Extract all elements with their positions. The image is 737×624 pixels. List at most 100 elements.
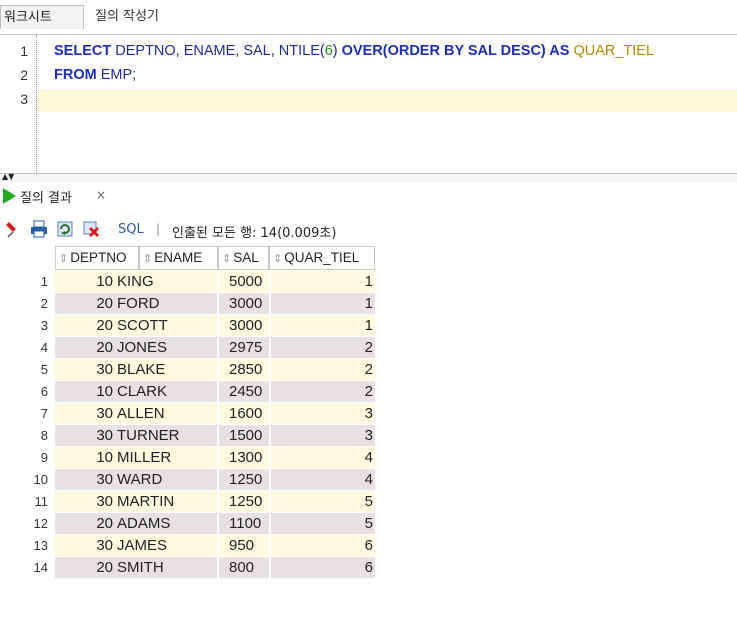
cell-sal[interactable]: 1600 bbox=[219, 403, 269, 425]
table-row[interactable]: 10 30 WARD 1250 4 bbox=[0, 469, 737, 491]
cell-sal[interactable]: 3000 bbox=[219, 315, 269, 337]
splitter-arrows-icon[interactable]: ▲▼ bbox=[2, 173, 14, 181]
table-row[interactable]: 5 30 BLAKE 2850 2 bbox=[0, 359, 737, 381]
cell-ename[interactable]: FORD bbox=[115, 293, 217, 315]
cell-ename[interactable]: JAMES bbox=[115, 535, 217, 557]
cell-sal[interactable]: 5000 bbox=[219, 271, 269, 293]
print-icon[interactable] bbox=[30, 220, 48, 238]
table-row[interactable]: 3 20 SCOTT 3000 1 bbox=[0, 315, 737, 337]
cell-quar-tiel[interactable]: 2 bbox=[271, 359, 375, 381]
row-number: 11 bbox=[34, 494, 49, 509]
cell-deptno[interactable]: 20 bbox=[55, 513, 115, 535]
cell-quar-tiel[interactable]: 2 bbox=[271, 381, 375, 403]
pin-icon[interactable] bbox=[4, 220, 22, 238]
cell-quar-tiel[interactable]: 4 bbox=[271, 447, 375, 469]
cell-deptno[interactable]: 30 bbox=[55, 359, 115, 381]
line-number: 3 bbox=[20, 91, 28, 107]
cell-deptno[interactable]: 10 bbox=[55, 271, 115, 293]
table-row[interactable]: 4 20 JONES 2975 2 bbox=[0, 337, 737, 359]
select-columns: DEPTNO, ENAME, SAL, NTILE( bbox=[111, 43, 325, 59]
cell-deptno[interactable]: 10 bbox=[55, 447, 115, 469]
cell-deptno[interactable]: 30 bbox=[55, 425, 115, 447]
cell-ename[interactable]: BLAKE bbox=[115, 359, 217, 381]
cell-deptno[interactable]: 30 bbox=[55, 535, 115, 557]
cell-sal[interactable]: 800 bbox=[219, 557, 269, 579]
row-number: 4 bbox=[40, 340, 48, 355]
cell-quar-tiel[interactable]: 5 bbox=[271, 513, 375, 535]
cell-quar-tiel[interactable]: 2 bbox=[271, 337, 375, 359]
table-row[interactable]: 9 10 MILLER 1300 4 bbox=[0, 447, 737, 469]
column-header-quar-tiel[interactable]: ⇕ QUAR_TIEL bbox=[269, 246, 375, 270]
cell-sal[interactable]: 2450 bbox=[219, 381, 269, 403]
cell-sal[interactable]: 950 bbox=[219, 535, 269, 557]
pane-splitter[interactable]: ▲▼ bbox=[0, 173, 737, 182]
code-line-2[interactable]: FROM EMP; bbox=[54, 67, 136, 83]
cell-ename[interactable]: ADAMS bbox=[115, 513, 217, 535]
cell-quar-tiel[interactable]: 1 bbox=[271, 293, 375, 315]
code-line-1[interactable]: SELECT DEPTNO, ENAME, SAL, NTILE(6) OVER… bbox=[54, 43, 654, 59]
cell-ename[interactable]: ALLEN bbox=[115, 403, 217, 425]
column-header-sal[interactable]: ⇕ SAL bbox=[218, 246, 269, 270]
cell-deptno[interactable]: 20 bbox=[55, 293, 115, 315]
cell-quar-tiel[interactable]: 5 bbox=[271, 491, 375, 513]
table-row[interactable]: 13 30 JAMES 950 6 bbox=[0, 535, 737, 557]
sort-icon: ⇕ bbox=[222, 253, 232, 265]
cell-quar-tiel[interactable]: 1 bbox=[271, 315, 375, 337]
delete-icon[interactable] bbox=[82, 220, 100, 238]
fetch-status: 인출된 모든 행: 14(0.009초) bbox=[172, 226, 337, 241]
cell-sal[interactable]: 1100 bbox=[219, 513, 269, 535]
table-row[interactable]: 12 20 ADAMS 1100 5 bbox=[0, 513, 737, 535]
cell-deptno[interactable]: 30 bbox=[55, 403, 115, 425]
cell-ename[interactable]: MILLER bbox=[115, 447, 217, 469]
cell-ename[interactable]: SCOTT bbox=[115, 315, 217, 337]
cell-sal[interactable]: 1250 bbox=[219, 469, 269, 491]
cell-sal[interactable]: 2850 bbox=[219, 359, 269, 381]
cell-deptno[interactable]: 20 bbox=[55, 557, 115, 579]
cell-sal[interactable]: 1500 bbox=[219, 425, 269, 447]
tab-query-builder[interactable]: 질의 작성기 bbox=[95, 5, 159, 29]
close-icon[interactable]: × bbox=[96, 188, 106, 202]
row-number: 7 bbox=[40, 406, 48, 421]
cell-deptno[interactable]: 10 bbox=[55, 381, 115, 403]
sql-editor[interactable]: 1 2 3 SELECT DEPTNO, ENAME, SAL, NTILE(6… bbox=[0, 35, 737, 173]
cell-quar-tiel[interactable]: 6 bbox=[271, 557, 375, 579]
cell-sal[interactable]: 1250 bbox=[219, 491, 269, 513]
cell-sal[interactable]: 2975 bbox=[219, 337, 269, 359]
line-number: 1 bbox=[20, 43, 28, 59]
table-row[interactable]: 1 10 KING 5000 1 bbox=[0, 271, 737, 293]
cell-quar-tiel[interactable]: 3 bbox=[271, 403, 375, 425]
cell-quar-tiel[interactable]: 3 bbox=[271, 425, 375, 447]
cell-deptno[interactable]: 20 bbox=[55, 315, 115, 337]
tab-query-result[interactable]: 질의 결과 bbox=[20, 187, 72, 206]
column-header-ename[interactable]: ⇕ ENAME bbox=[139, 246, 218, 270]
table-row[interactable]: 14 20 SMITH 800 6 bbox=[0, 557, 737, 579]
cell-ename[interactable]: JONES bbox=[115, 337, 217, 359]
column-header-deptno[interactable]: ⇕ DEPTNO bbox=[55, 246, 139, 270]
cell-quar-tiel[interactable]: 4 bbox=[271, 469, 375, 491]
cell-ename[interactable]: WARD bbox=[115, 469, 217, 491]
cell-ename[interactable]: KING bbox=[115, 271, 217, 293]
line-number-gutter: 1 2 3 bbox=[0, 35, 34, 173]
cell-deptno[interactable]: 30 bbox=[55, 469, 115, 491]
tab-worksheet[interactable]: 워크시트 bbox=[0, 5, 84, 29]
cell-deptno[interactable]: 20 bbox=[55, 337, 115, 359]
cell-quar-tiel[interactable]: 6 bbox=[271, 535, 375, 557]
refresh-icon[interactable] bbox=[56, 220, 74, 238]
cell-sal[interactable]: 3000 bbox=[219, 293, 269, 315]
table-row[interactable]: 11 30 MARTIN 1250 5 bbox=[0, 491, 737, 513]
table-row[interactable]: 7 30 ALLEN 1600 3 bbox=[0, 403, 737, 425]
table-row[interactable]: 6 10 CLARK 2450 2 bbox=[0, 381, 737, 403]
cell-deptno[interactable]: 30 bbox=[55, 491, 115, 513]
sql-link[interactable]: SQL bbox=[118, 222, 144, 237]
cell-ename[interactable]: MARTIN bbox=[115, 491, 217, 513]
cell-ename[interactable]: TURNER bbox=[115, 425, 217, 447]
cell-ename[interactable]: CLARK bbox=[115, 381, 217, 403]
line-number: 2 bbox=[20, 67, 28, 83]
row-number: 3 bbox=[40, 318, 48, 333]
cell-quar-tiel[interactable]: 1 bbox=[271, 271, 375, 293]
table-row[interactable]: 8 30 TURNER 1500 3 bbox=[0, 425, 737, 447]
cell-sal[interactable]: 1300 bbox=[219, 447, 269, 469]
cell-ename[interactable]: SMITH bbox=[115, 557, 217, 579]
keyword-as: AS bbox=[545, 43, 574, 59]
table-row[interactable]: 2 20 FORD 3000 1 bbox=[0, 293, 737, 315]
